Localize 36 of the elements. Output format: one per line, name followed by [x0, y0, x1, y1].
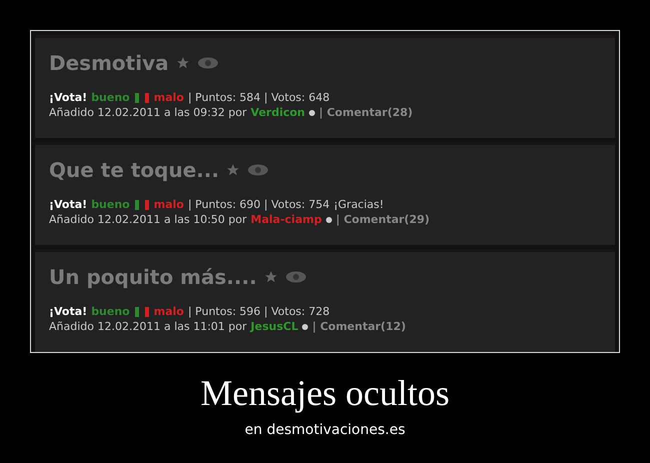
post-title[interactable]: Que te toque... [49, 158, 220, 182]
bad-vote-link[interactable]: malo [154, 305, 184, 318]
star-icon[interactable] [176, 56, 190, 70]
vote-label: ¡Vota! [49, 198, 88, 211]
eye-icon[interactable] [196, 57, 219, 69]
poster-subtitle: en desmotivaciones.es [244, 422, 406, 438]
dot-icon [309, 110, 316, 116]
eye-icon[interactable] [247, 164, 270, 176]
dot-icon [302, 324, 308, 330]
author-link[interactable]: Verdicon [250, 106, 306, 119]
vote-label: ¡Vota! [49, 305, 88, 318]
comment-link[interactable]: | Comentar(28) [319, 106, 413, 119]
vote-stats: | Puntos: 690 | Votos: 754 [188, 198, 330, 211]
post-title[interactable]: Desmotiva [49, 51, 169, 75]
dot-icon [326, 216, 332, 222]
eye-icon[interactable] [284, 271, 307, 283]
author-link[interactable]: JesusCL [250, 320, 298, 333]
star-icon[interactable] [226, 163, 240, 177]
added-info: Añadido 12.02.2011 a las 11:01 por [49, 320, 247, 333]
good-vote-link[interactable]: bueno [91, 91, 130, 104]
comment-link[interactable]: | Comentar(29) [336, 213, 430, 226]
comment-link[interactable]: | Comentar(12) [312, 320, 406, 333]
vote-label: ¡Vota! [49, 91, 88, 104]
added-info: Añadido 12.02.2011 a las 09:32 por [49, 106, 247, 119]
post-title[interactable]: Un poquito más.... [49, 265, 257, 289]
author-link[interactable]: Mala-ciamp [250, 213, 322, 226]
added-info: Añadido 12.02.2011 a las 10:50 por [49, 213, 247, 226]
poster-title: Mensajes ocultos [200, 372, 450, 414]
star-icon[interactable] [264, 270, 278, 284]
good-vote-link[interactable]: bueno [91, 305, 130, 318]
vote-stats: | Puntos: 584 | Votos: 648 [188, 91, 330, 104]
vote-stats: | Puntos: 596 | Votos: 728 [188, 305, 330, 318]
bad-vote-link[interactable]: malo [154, 198, 184, 211]
thanks-text: ¡Gracias! [334, 198, 384, 211]
bad-vote-link[interactable]: malo [154, 91, 184, 104]
good-vote-link[interactable]: bueno [91, 198, 130, 211]
